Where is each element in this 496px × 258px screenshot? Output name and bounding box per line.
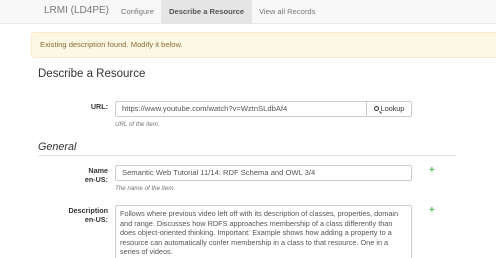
name-input[interactable]: Semantic Web Tutorial 11/14: RDF Schema … xyxy=(115,165,412,181)
description-label: Description en-US: xyxy=(68,206,108,224)
add-name-plus-icon[interactable]: + xyxy=(429,166,435,176)
top-navbar: LRMI (LD4PE) Configure Describe a Resour… xyxy=(0,0,496,24)
nav-view-all-records[interactable]: View all Records xyxy=(251,0,323,24)
url-input[interactable]: https://www.youtube.com/watch?v=WztnSLdb… xyxy=(115,101,367,117)
description-label-line2: en-US: xyxy=(84,215,108,224)
description-label-line1: Description xyxy=(68,206,108,215)
name-label: Name en-US: xyxy=(85,166,108,184)
search-icon xyxy=(373,106,379,111)
url-help-text: URL of the item. xyxy=(115,121,160,128)
add-description-plus-icon[interactable]: + xyxy=(429,206,435,216)
description-textarea[interactable]: Follows where previous video left off wi… xyxy=(115,205,412,258)
section-title-general: General xyxy=(38,141,77,153)
name-help-text: The name of the item. xyxy=(115,185,176,192)
name-label-line2: en-US: xyxy=(84,175,108,184)
name-label-line1: Name xyxy=(88,166,108,175)
brand-title[interactable]: LRMI (LD4PE) xyxy=(44,5,109,16)
page-title: Describe a Resource xyxy=(38,68,146,80)
lookup-button-label: Lookup xyxy=(380,104,405,113)
lookup-button[interactable]: Lookup xyxy=(366,101,412,117)
warning-alert: Existing description found. Modify it be… xyxy=(31,32,496,58)
nav-describe-resource[interactable]: Describe a Resource xyxy=(161,0,253,24)
url-label: URL: xyxy=(90,102,108,111)
nav-configure[interactable]: Configure xyxy=(113,0,162,24)
section-divider xyxy=(38,155,456,156)
